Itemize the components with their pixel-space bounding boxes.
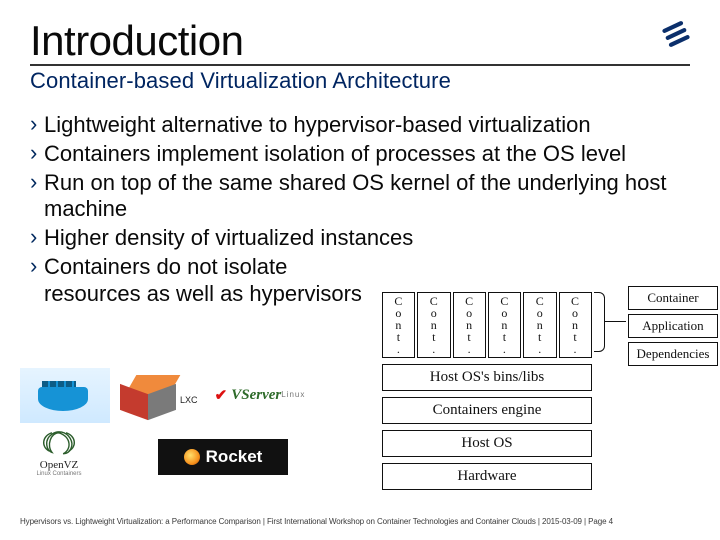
- container-cell: Cont.: [382, 292, 415, 358]
- diagram-box: Host OS's bins/libs: [382, 364, 592, 391]
- diagram-box: Hardware: [382, 463, 592, 490]
- rocket-label: Rocket: [206, 447, 263, 467]
- footer-left: Hypervisors vs. Lightweight Virtualizati…: [20, 517, 536, 526]
- side-box-container: Container: [628, 286, 718, 310]
- side-box-dependencies: Dependencies: [628, 342, 718, 366]
- connector-line: [604, 321, 626, 322]
- container-cell: Cont.: [559, 292, 592, 358]
- architecture-diagram: Cont.Cont.Cont.Cont.Cont.Cont. Host OS's…: [382, 292, 702, 490]
- flame-icon: [184, 449, 200, 465]
- bullet-item: Lightweight alternative to hypervisor-ba…: [30, 112, 684, 139]
- docker-logo: [20, 368, 110, 423]
- vserver-logo: VServer Linux: [200, 379, 320, 413]
- container-cell: Cont.: [417, 292, 450, 358]
- slide: Introduction Container-based Virtualizat…: [0, 0, 720, 540]
- container-cell: Cont.: [453, 292, 486, 358]
- container-cell: Cont.: [523, 292, 556, 358]
- diagram-box: Containers engine: [382, 397, 592, 424]
- bullet-list: Lightweight alternative to hypervisor-ba…: [30, 112, 690, 308]
- ericsson-logo: [662, 20, 690, 48]
- bullet-item: Run on top of the same shared OS kernel …: [30, 170, 684, 224]
- vserver-prefix: V: [231, 387, 241, 403]
- slide-footer: Hypervisors vs. Lightweight Virtualizati…: [20, 517, 700, 526]
- vserver-main: Server: [241, 387, 281, 403]
- openvz-logo: OpenVZ Linux Containers: [20, 429, 98, 484]
- lxc-label: LXC: [180, 395, 198, 405]
- vserver-small: Linux: [281, 390, 305, 399]
- side-box-application: Application: [628, 314, 718, 338]
- bullet-item: Higher density of virtualized instances: [30, 225, 684, 252]
- diagram-box: Host OS: [382, 430, 592, 457]
- lxc-logo: LXC: [120, 371, 190, 421]
- page-subtitle: Container-based Virtualization Architect…: [30, 68, 690, 94]
- page-title: Introduction: [30, 20, 690, 66]
- logo-strip: LXC VServer Linux OpenVZ Linux Container…: [20, 368, 380, 488]
- openvz-label: OpenVZ: [20, 459, 98, 471]
- rocket-logo: Rocket: [158, 439, 288, 475]
- openvz-sublabel: Linux Containers: [20, 471, 98, 477]
- footer-page: Page 4: [588, 517, 613, 526]
- bracket-icon: [594, 292, 605, 352]
- containers-row: Cont.Cont.Cont.Cont.Cont.Cont.: [382, 292, 592, 358]
- bullet-item: Containers do not isolate resources as w…: [30, 254, 364, 308]
- bullet-item: Containers implement isolation of proces…: [30, 141, 684, 168]
- container-cell: Cont.: [488, 292, 521, 358]
- footer-date: 2015-03-09: [542, 517, 582, 526]
